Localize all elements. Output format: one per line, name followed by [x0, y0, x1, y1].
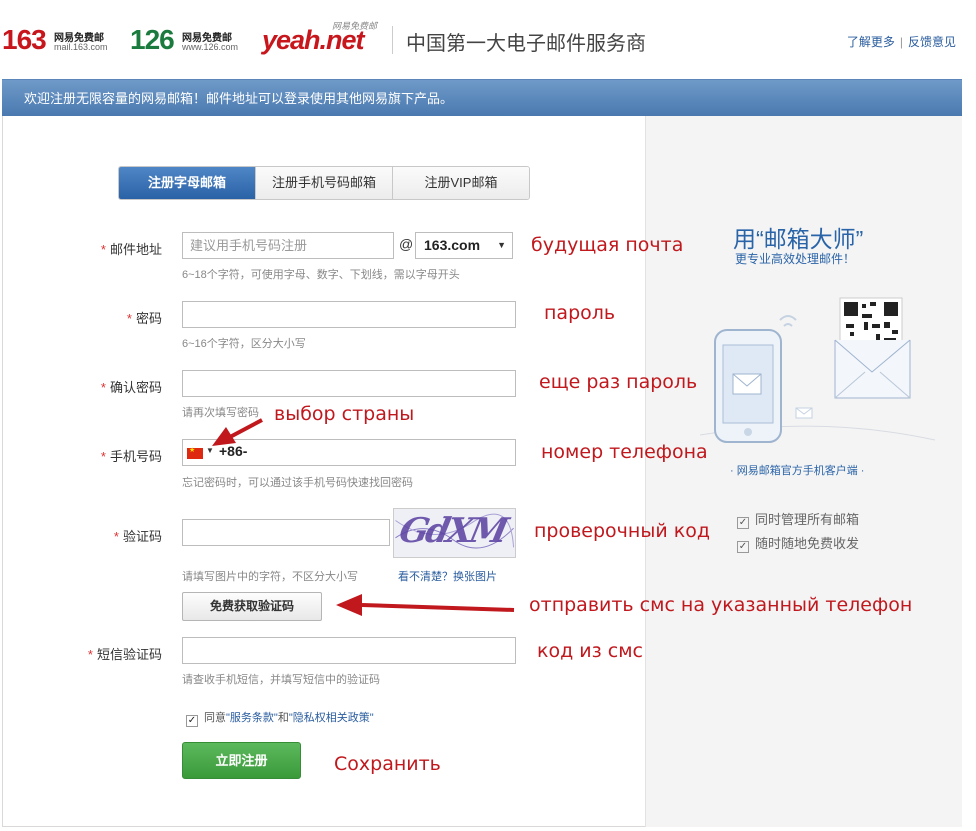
annotation-confirm: еще раз пароль — [539, 371, 698, 393]
domain-select[interactable]: 163.com ▼ — [415, 232, 513, 259]
password-label: * 密码 — [126, 311, 162, 326]
chevron-down-icon[interactable]: ▼ — [206, 446, 214, 455]
password-hint: 6~16个字符，区分大小写 — [182, 338, 306, 350]
china-flag-icon[interactable]: ★ — [187, 447, 203, 459]
check-icon: ✓ — [737, 541, 749, 553]
learn-more-link[interactable]: 了解更多 — [847, 35, 895, 49]
tab-vip-email[interactable]: 注册VIP邮箱 — [392, 167, 529, 199]
mail-master-illustration — [700, 297, 936, 443]
agree-checkbox[interactable]: ✓ — [186, 715, 198, 727]
side-title: 用“邮箱大师” — [733, 226, 864, 252]
annotation-sms-code: код из смс — [537, 640, 643, 662]
captcha-hint: 请填写图片中的字符，不区分大小写 — [182, 571, 358, 583]
annotation-captcha: проверочный код — [534, 520, 710, 542]
email-field[interactable]: 建议用手机号码注册 — [182, 232, 394, 259]
annotation-sms: отправить смс на указанный телефон — [529, 594, 913, 616]
annotation-password: пароль — [544, 302, 616, 324]
client-caption: · 网易邮箱官方手机客户端 · — [730, 465, 865, 477]
slogan: 中国第一大电子邮件服务商 — [406, 33, 646, 55]
header-divider — [392, 26, 393, 54]
confirm-password-field[interactable] — [182, 370, 516, 397]
at-sign: @ — [399, 236, 414, 252]
logo-163[interactable]: 163 网易免费邮 mail.163.com — [2, 24, 108, 58]
feature-item: ✓ 同时管理所有邮箱 — [737, 512, 860, 529]
agree-terms: ✓ 同意"服务条款"和"隐私权相关政策" — [186, 712, 374, 727]
phone-field[interactable]: ★ ▼ +86- — [182, 439, 516, 466]
captcha-image[interactable]: GdXM — [393, 508, 516, 558]
side-subtitle: 更专业高效处理邮件！ — [735, 252, 856, 266]
logo-yeah[interactable]: yeah.net 网易免费邮 — [262, 21, 377, 58]
annotation-phone: номер телефона — [541, 441, 708, 463]
email-label: * 邮件地址 — [100, 242, 162, 257]
confirm-hint: 请再次填写密码 — [182, 407, 259, 419]
check-icon: ✓ — [737, 517, 749, 529]
captcha-label: * 验证码 — [113, 529, 162, 544]
confirm-password-label: * 确认密码 — [100, 380, 162, 395]
sms-hint: 请查收手机短信，并填写短信中的验证码 — [182, 674, 380, 686]
feature-item: ✓ 随时随地免费收发 — [737, 536, 860, 553]
captcha-field[interactable] — [182, 519, 390, 546]
sms-code-field[interactable] — [182, 637, 516, 664]
get-sms-code-button[interactable]: 免费获取验证码 — [182, 592, 322, 621]
header: 163 网易免费邮 mail.163.com 126 网易免费邮 www.126… — [0, 0, 976, 80]
tab-letter-email[interactable]: 注册字母邮箱 — [119, 167, 255, 199]
annotation-email: будущая почта — [531, 234, 684, 256]
privacy-link[interactable]: "隐私权相关政策" — [289, 712, 374, 724]
feedback-link[interactable]: 反馈意见 — [908, 35, 956, 49]
annotation-save: Сохранить — [334, 753, 441, 775]
email-hint: 6~18个字符，可使用字母、数字、下划线，需以字母开头 — [182, 269, 460, 281]
terms-link[interactable]: "服务条款" — [226, 712, 278, 724]
chevron-down-icon: ▼ — [497, 240, 506, 250]
register-button[interactable]: 立即注册 — [182, 742, 301, 779]
link-separator: | — [899, 35, 903, 49]
refresh-captcha-link[interactable]: 看不清楚？换张图片 — [398, 568, 497, 584]
registration-tabs: 注册字母邮箱 注册手机号码邮箱 注册VIP邮箱 — [118, 166, 530, 200]
welcome-banner: 欢迎注册无限容量的网易邮箱！邮件地址可以登录使用其他网易旗下产品。 — [2, 79, 962, 116]
phone-hint: 忘记密码时，可以通过该手机号码快速找回密码 — [182, 477, 413, 489]
tab-phone-email[interactable]: 注册手机号码邮箱 — [255, 167, 392, 199]
top-links: 了解更多 | 反馈意见 — [847, 33, 956, 50]
sms-code-label: * 短信验证码 — [87, 647, 162, 662]
logo-126[interactable]: 126 网易免费邮 www.126.com — [130, 24, 238, 58]
annotation-country: выбор страны — [274, 403, 415, 425]
phone-label: * 手机号码 — [100, 449, 162, 464]
phone-country-code: +86- — [219, 443, 248, 459]
password-field[interactable] — [182, 301, 516, 328]
